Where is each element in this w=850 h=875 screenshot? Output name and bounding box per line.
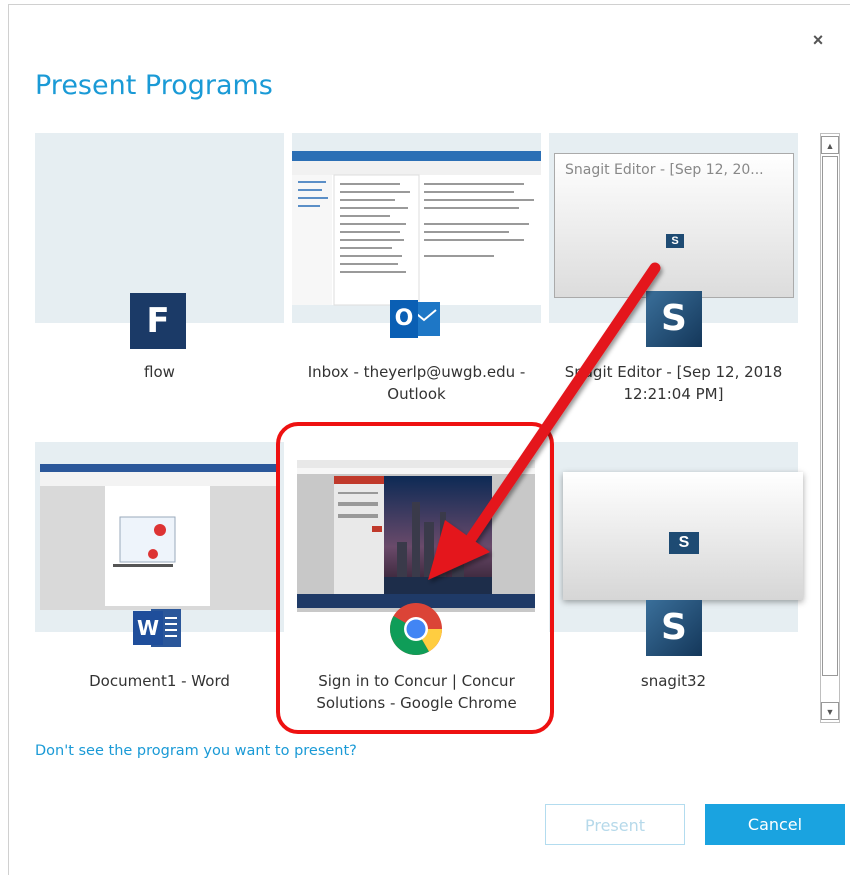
program-thumbnail [292,133,541,323]
program-tile-flow[interactable]: F flow [35,133,284,413]
snagit-icon: S [646,291,702,347]
program-label: Snagit Editor - [Sep 12, 2018 12:21:04 P… [564,363,783,403]
program-tile-outlook[interactable]: O Inbox - theyerlp@uwgb.edu - Outlook [292,133,541,413]
word-thumbnail-image [40,464,280,610]
close-icon[interactable]: × [808,30,828,50]
outlook-icon-letter: O [394,306,414,331]
program-label: flow [144,363,175,381]
program-thumbnail [35,442,284,632]
dialog-title: Present Programs [35,70,273,101]
snagit-editor-window-title: Snagit Editor - [Sep 12, 20... [565,162,764,178]
snagit32-window: S [563,472,803,600]
annotation-highlight-box [276,422,554,734]
scroll-down-icon[interactable]: ▼ [821,702,839,720]
cancel-button[interactable]: Cancel [705,804,845,845]
scroll-up-icon[interactable]: ▲ [821,136,839,154]
outlook-thumbnail-image [292,151,541,306]
help-link[interactable]: Don't see the program you want to presen… [35,743,357,759]
snagit-editor-window: Snagit Editor - [Sep 12, 20... S [554,153,794,298]
word-icon: W [133,605,185,651]
snagit-icon-letter: S [661,607,687,648]
vertical-scrollbar[interactable]: ▲ ▼ [820,133,840,723]
word-icon-letter: W [136,616,160,640]
program-tile-word[interactable]: W Document1 - Word [35,442,284,722]
snagit-small-icon: S [666,234,684,248]
outlook-icon: O [390,296,442,342]
flow-icon-letter: F [146,301,170,341]
program-tile-snagit32[interactable]: S S snagit32 [549,442,803,722]
program-tile-snagit-editor[interactable]: Snagit Editor - [Sep 12, 20... S S Snagi… [549,133,798,413]
snagit-small-icon: S [669,532,699,554]
program-label: snagit32 [640,672,707,690]
snagit-icon: S [646,600,702,656]
flow-icon: F [130,293,186,349]
scroll-thumb[interactable] [822,156,838,676]
program-label: Document1 - Word [89,672,230,690]
program-label: Inbox - theyerlp@uwgb.edu - Outlook [307,363,526,403]
snagit-icon-letter: S [661,298,687,339]
present-button[interactable]: Present [545,804,685,845]
